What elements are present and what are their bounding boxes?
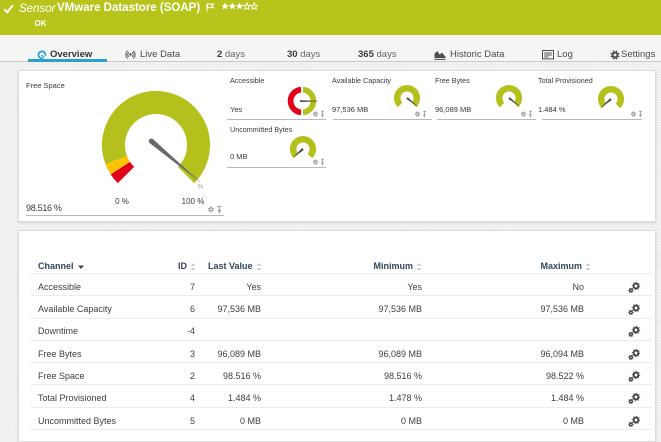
svg-text:%: % bbox=[198, 184, 204, 191]
